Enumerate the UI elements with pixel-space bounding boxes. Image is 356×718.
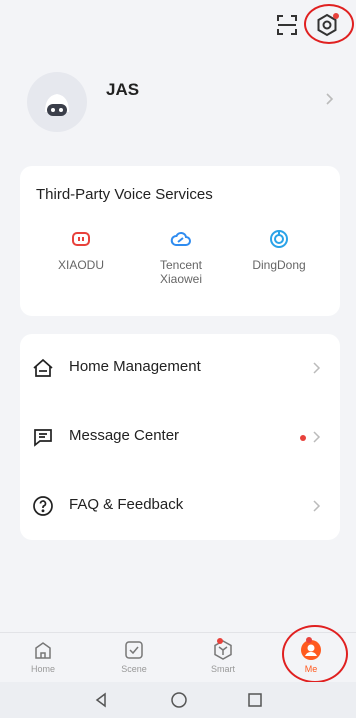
username: JAS: [106, 80, 140, 99]
dingdong-icon: [268, 228, 290, 250]
service-tencent-xiaowei[interactable]: Tencent Xiaowei: [136, 228, 226, 286]
scan-icon[interactable]: [276, 14, 298, 36]
chevron-right-icon: [310, 430, 322, 444]
service-label: XIAODU: [57, 258, 104, 272]
menu-card: Home Management Message Center FAQ & Fee…: [20, 334, 340, 540]
chevron-right-icon: [322, 92, 336, 106]
back-icon[interactable]: [92, 691, 110, 709]
tab-scene[interactable]: Scene: [109, 639, 159, 674]
service-label: DingDong: [252, 258, 306, 272]
tencent-xiaowei-icon: [170, 228, 192, 250]
avatar[interactable]: [27, 72, 87, 132]
message-icon: [32, 426, 54, 448]
menu-item-label: FAQ & Feedback: [69, 496, 184, 513]
voice-services-card: Third-Party Voice Services XIAODU Tencen…: [20, 166, 340, 316]
settings-badge: [333, 13, 339, 19]
bottom-tab-bar: Home Scene Smart Me: [0, 625, 356, 683]
me-badge: [306, 637, 312, 643]
tab-label: Me: [304, 664, 318, 674]
system-nav-bar: [0, 682, 356, 718]
scene-tab-icon: [123, 639, 145, 661]
home-icon: [32, 357, 54, 379]
tab-home[interactable]: Home: [18, 639, 68, 674]
service-dingdong[interactable]: DingDong: [234, 228, 324, 272]
message-unread-badge: [300, 435, 306, 441]
me-tab-icon: [300, 637, 322, 661]
tab-smart[interactable]: Smart: [198, 638, 248, 674]
voice-services-title: Third-Party Voice Services: [36, 186, 213, 203]
recents-icon[interactable]: [246, 691, 264, 709]
tab-me[interactable]: Me: [286, 637, 336, 674]
top-bar: [0, 0, 356, 52]
settings-icon[interactable]: [314, 12, 340, 38]
profile-row[interactable]: JAS: [0, 64, 356, 144]
smart-tab-icon: [212, 638, 234, 661]
service-label: Tencent Xiaowei: [159, 258, 203, 286]
menu-item-message-center[interactable]: Message Center: [20, 403, 340, 471]
service-xiaodu[interactable]: XIAODU: [36, 228, 126, 272]
tab-label: Smart: [210, 664, 235, 674]
home-tab-icon: [32, 639, 54, 661]
tab-label: Scene: [121, 664, 147, 674]
chevron-right-icon: [310, 361, 322, 375]
smart-badge: [217, 638, 223, 644]
question-icon: [32, 495, 54, 517]
menu-item-home-management[interactable]: Home Management: [20, 334, 340, 402]
tab-label: Home: [30, 664, 55, 674]
chevron-right-icon: [310, 499, 322, 513]
xiaodu-icon: [70, 228, 92, 250]
menu-item-label: Home Management: [69, 358, 201, 375]
menu-item-label: Message Center: [69, 427, 180, 444]
menu-item-faq-feedback[interactable]: FAQ & Feedback: [20, 472, 340, 540]
home-circle-icon[interactable]: [170, 691, 188, 709]
